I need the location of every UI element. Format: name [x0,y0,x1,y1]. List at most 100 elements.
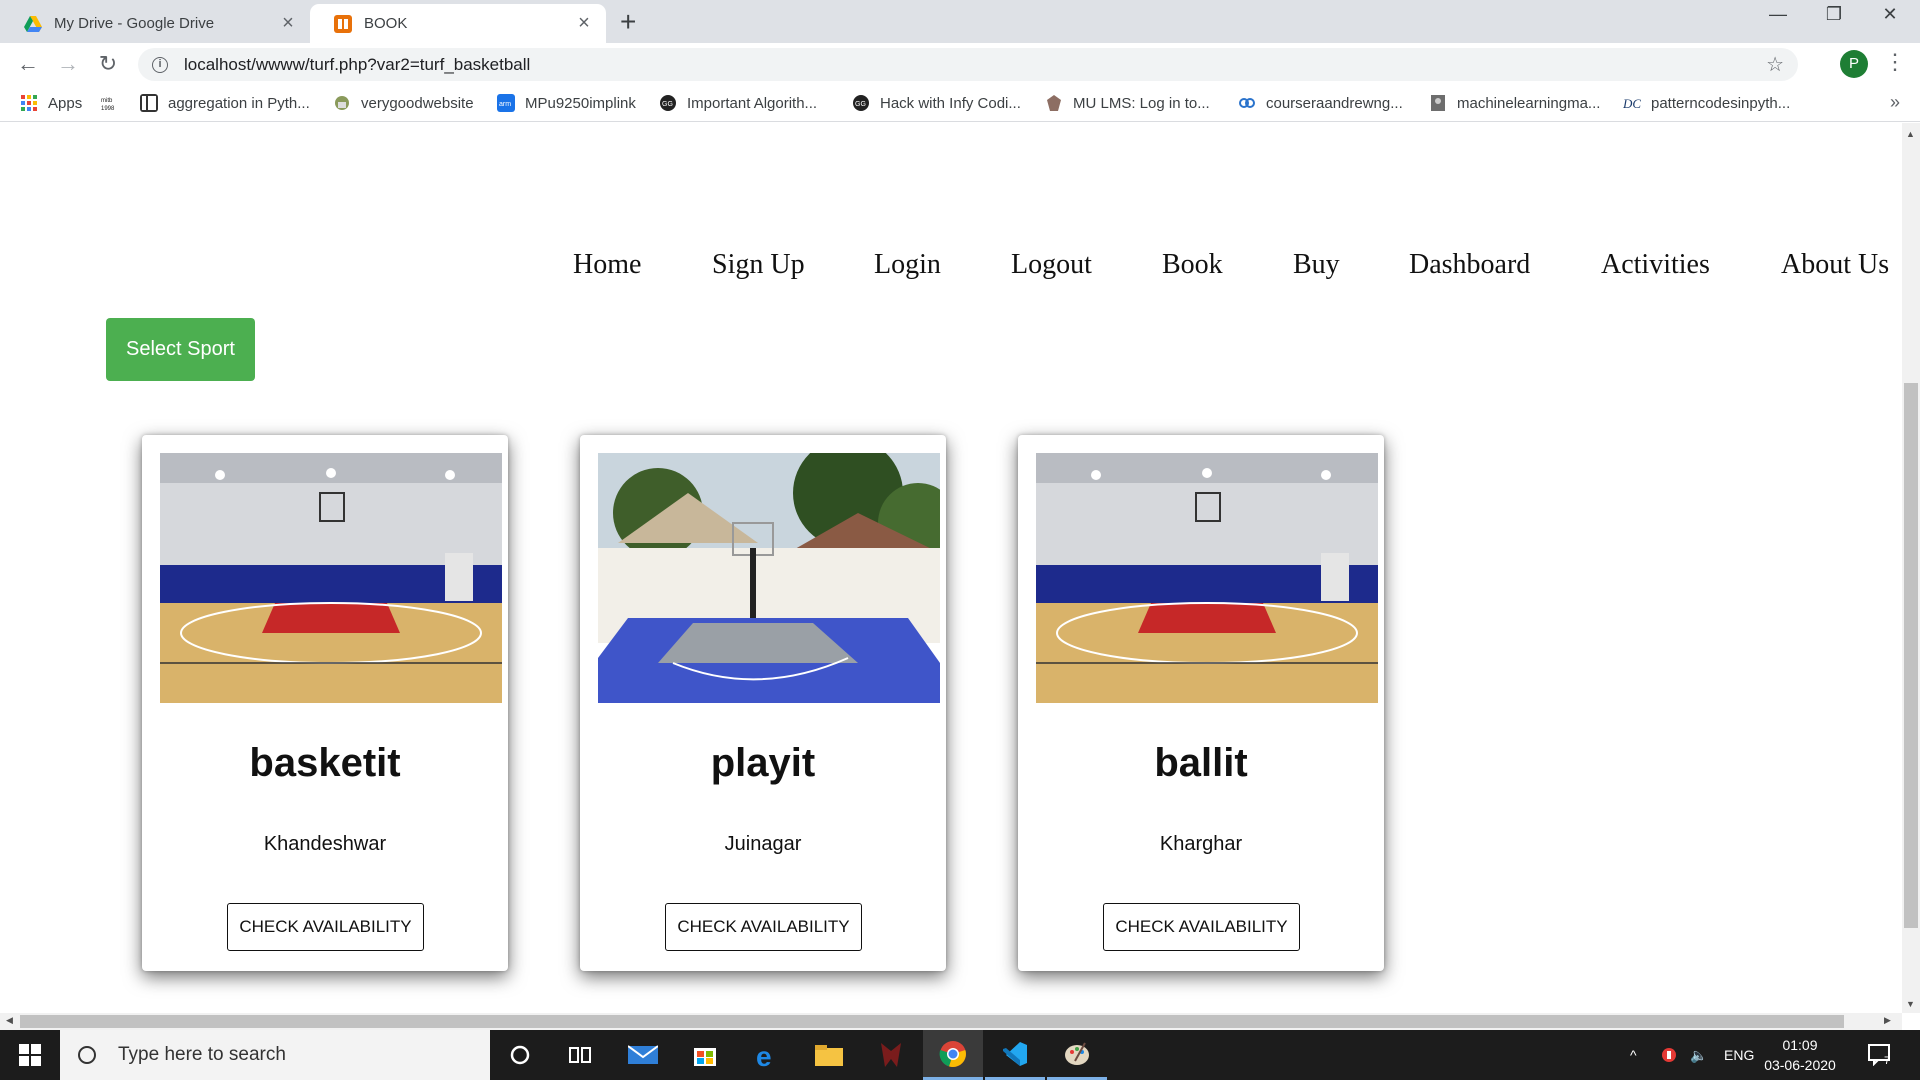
bookmark-aggregation[interactable]: aggregation in Pyth... [140,94,310,112]
check-availability-button[interactable]: CHECK AVAILABILITY [227,903,424,951]
gfg-icon: GG [853,95,869,111]
page-viewport: Home Sign Up Login Logout Book Buy Dashb… [0,123,1902,1013]
reload-icon[interactable]: ↻ [94,51,122,77]
browser-menu-icon[interactable]: ⋮ [1884,49,1906,75]
nav-buy[interactable]: Buy [1293,249,1340,281]
nav-home[interactable]: Home [573,249,641,281]
vertical-scrollbar[interactable]: ▲ ▼ [1902,123,1920,1013]
bookmark-mpu9250[interactable]: arm MPu9250implink [497,94,636,112]
edge-browser-icon[interactable]: e [737,1030,797,1080]
select-sport-button[interactable]: Select Sport [106,318,255,381]
turf-name: ballit [1154,741,1248,785]
indoor-basketball-court-image [160,453,502,703]
site-navigation: Home Sign Up Login Logout Book Buy Dashb… [0,249,1902,289]
check-availability-button[interactable]: CHECK AVAILABILITY [1103,903,1300,951]
task-view-icon[interactable] [550,1030,610,1080]
nav-dashboard[interactable]: Dashboard [1409,249,1530,281]
turf-photo[interactable] [598,453,940,703]
restore-icon[interactable]: ❐ [1806,4,1862,25]
svg-text:1998: 1998 [101,106,115,112]
bookmark-label: courseraandrewng... [1266,94,1403,112]
security-tray-icon[interactable] [1660,1030,1678,1080]
paint-taskbar-icon[interactable] [1047,1030,1107,1080]
bookmark-label: Important Algorith... [687,94,818,112]
bookmark-star-icon[interactable]: ☆ [1766,52,1784,77]
close-tab-icon[interactable]: × [574,12,594,35]
shield-tray-icon [1662,1048,1676,1062]
tab-book[interactable]: BOOK × [310,4,606,43]
bookmark-patterncodes[interactable]: DC patterncodesinpyth... [1623,94,1790,112]
nav-login[interactable]: Login [874,249,941,281]
check-availability-button[interactable]: CHECK AVAILABILITY [665,903,862,951]
search-icon [78,1046,96,1064]
bookmark-mitb[interactable]: mitb 1998 [100,94,128,112]
tab-google-drive[interactable]: My Drive - Google Drive × [0,4,310,43]
nav-activities[interactable]: Activities [1601,249,1710,281]
taskbar: Type here to search e ^ 🔈 ENG 01:09 03-0… [0,1030,1920,1080]
start-button[interactable] [0,1030,60,1080]
input-language-indicator[interactable]: ENG [1724,1030,1754,1080]
scroll-down-icon[interactable]: ▼ [1906,999,1915,1009]
show-hidden-icons-icon[interactable]: ^ [1630,1030,1637,1080]
scroll-left-icon[interactable]: ◀ [6,1015,13,1026]
bookmark-verygoodwebsite[interactable]: verygoodwebsite [333,94,474,112]
mitb-1998-icon: mitb 1998 [101,98,115,112]
more-bookmarks-icon[interactable]: » [1890,92,1900,113]
ml-icon [1431,95,1445,111]
forward-icon[interactable]: → [54,51,82,77]
action-center-icon[interactable]: 7 [1868,1030,1890,1080]
back-icon[interactable]: ← [14,51,42,77]
page-favicon [334,14,352,33]
scroll-up-icon[interactable]: ▲ [1906,129,1915,139]
bookmarks-bar: Apps mitb 1998 aggregation in Pyth... ve… [0,86,1920,122]
bookmark-hack-with-infy[interactable]: GG Hack with Infy Codi... [852,94,1021,112]
cortana-circle-icon [510,1045,530,1065]
turf-name: playit [710,741,816,785]
predator-sense-icon[interactable] [861,1030,921,1080]
minimize-icon[interactable]: — [1750,4,1806,25]
horizontal-scrollbar[interactable]: ◀ ▶ [0,1013,1902,1030]
taskbar-search-input[interactable]: Type here to search [60,1030,490,1080]
bookmark-label: patterncodesinpyth... [1651,94,1791,112]
system-clock[interactable]: 01:09 03-06-2020 [1760,1035,1840,1075]
tab-title: My Drive - Google Drive [54,15,215,32]
volume-icon[interactable]: 🔈 [1690,1030,1707,1080]
bookmark-machinelearning[interactable]: machinelearningma... [1429,94,1600,112]
chrome-taskbar-icon[interactable] [923,1030,983,1080]
turf-card: ballit Kharghar CHECK AVAILABILITY [1018,435,1384,971]
file-explorer-icon[interactable] [799,1030,859,1080]
svg-text:e: e [756,1041,772,1069]
site-icon [335,96,349,110]
nav-book[interactable]: Book [1162,249,1223,281]
address-bar[interactable]: i localhost/wwww/turf.php?var2=turf_bask… [138,48,1798,81]
vscode-taskbar-icon[interactable] [985,1030,1045,1080]
store-app-icon[interactable] [675,1030,735,1080]
bookmark-label: Apps [48,94,83,112]
close-tab-icon[interactable]: × [278,12,298,35]
site-info-icon[interactable]: i [152,56,168,73]
nav-about-us[interactable]: About Us [1781,249,1889,281]
arm-icon: arm [497,94,515,112]
edge-e-icon: e [756,1041,772,1069]
bookmark-apps[interactable]: Apps [20,94,82,112]
profile-avatar[interactable]: P [1840,50,1868,78]
mail-app-icon[interactable] [613,1030,673,1080]
turf-photo[interactable] [160,453,502,703]
turf-photo[interactable] [1036,453,1378,703]
svg-text:DC: DC [1623,96,1641,111]
bookmark-mu-lms[interactable]: MU LMS: Log in to... [1045,94,1210,112]
nav-logout[interactable]: Logout [1011,249,1092,281]
nav-sign-up[interactable]: Sign Up [712,249,805,281]
bookmark-coursera[interactable]: courseraandrewng... [1238,94,1403,112]
vscode-logo-icon [1003,1041,1027,1066]
scrollbar-thumb[interactable] [1904,383,1918,928]
cortana-icon[interactable] [490,1030,550,1080]
gfg-icon: GG [660,95,676,111]
scroll-right-icon[interactable]: ▶ [1884,1015,1891,1026]
new-tab-button[interactable]: + [620,6,636,38]
scrollbar-thumb[interactable] [20,1015,1844,1028]
close-window-icon[interactable]: ✕ [1862,4,1918,25]
bookmark-important-algorithms[interactable]: GG Important Algorith... [659,94,817,112]
turf-card: basketit Khandeshwar CHECK AVAILABILITY [142,435,508,971]
paint-palette-icon [1065,1042,1089,1065]
